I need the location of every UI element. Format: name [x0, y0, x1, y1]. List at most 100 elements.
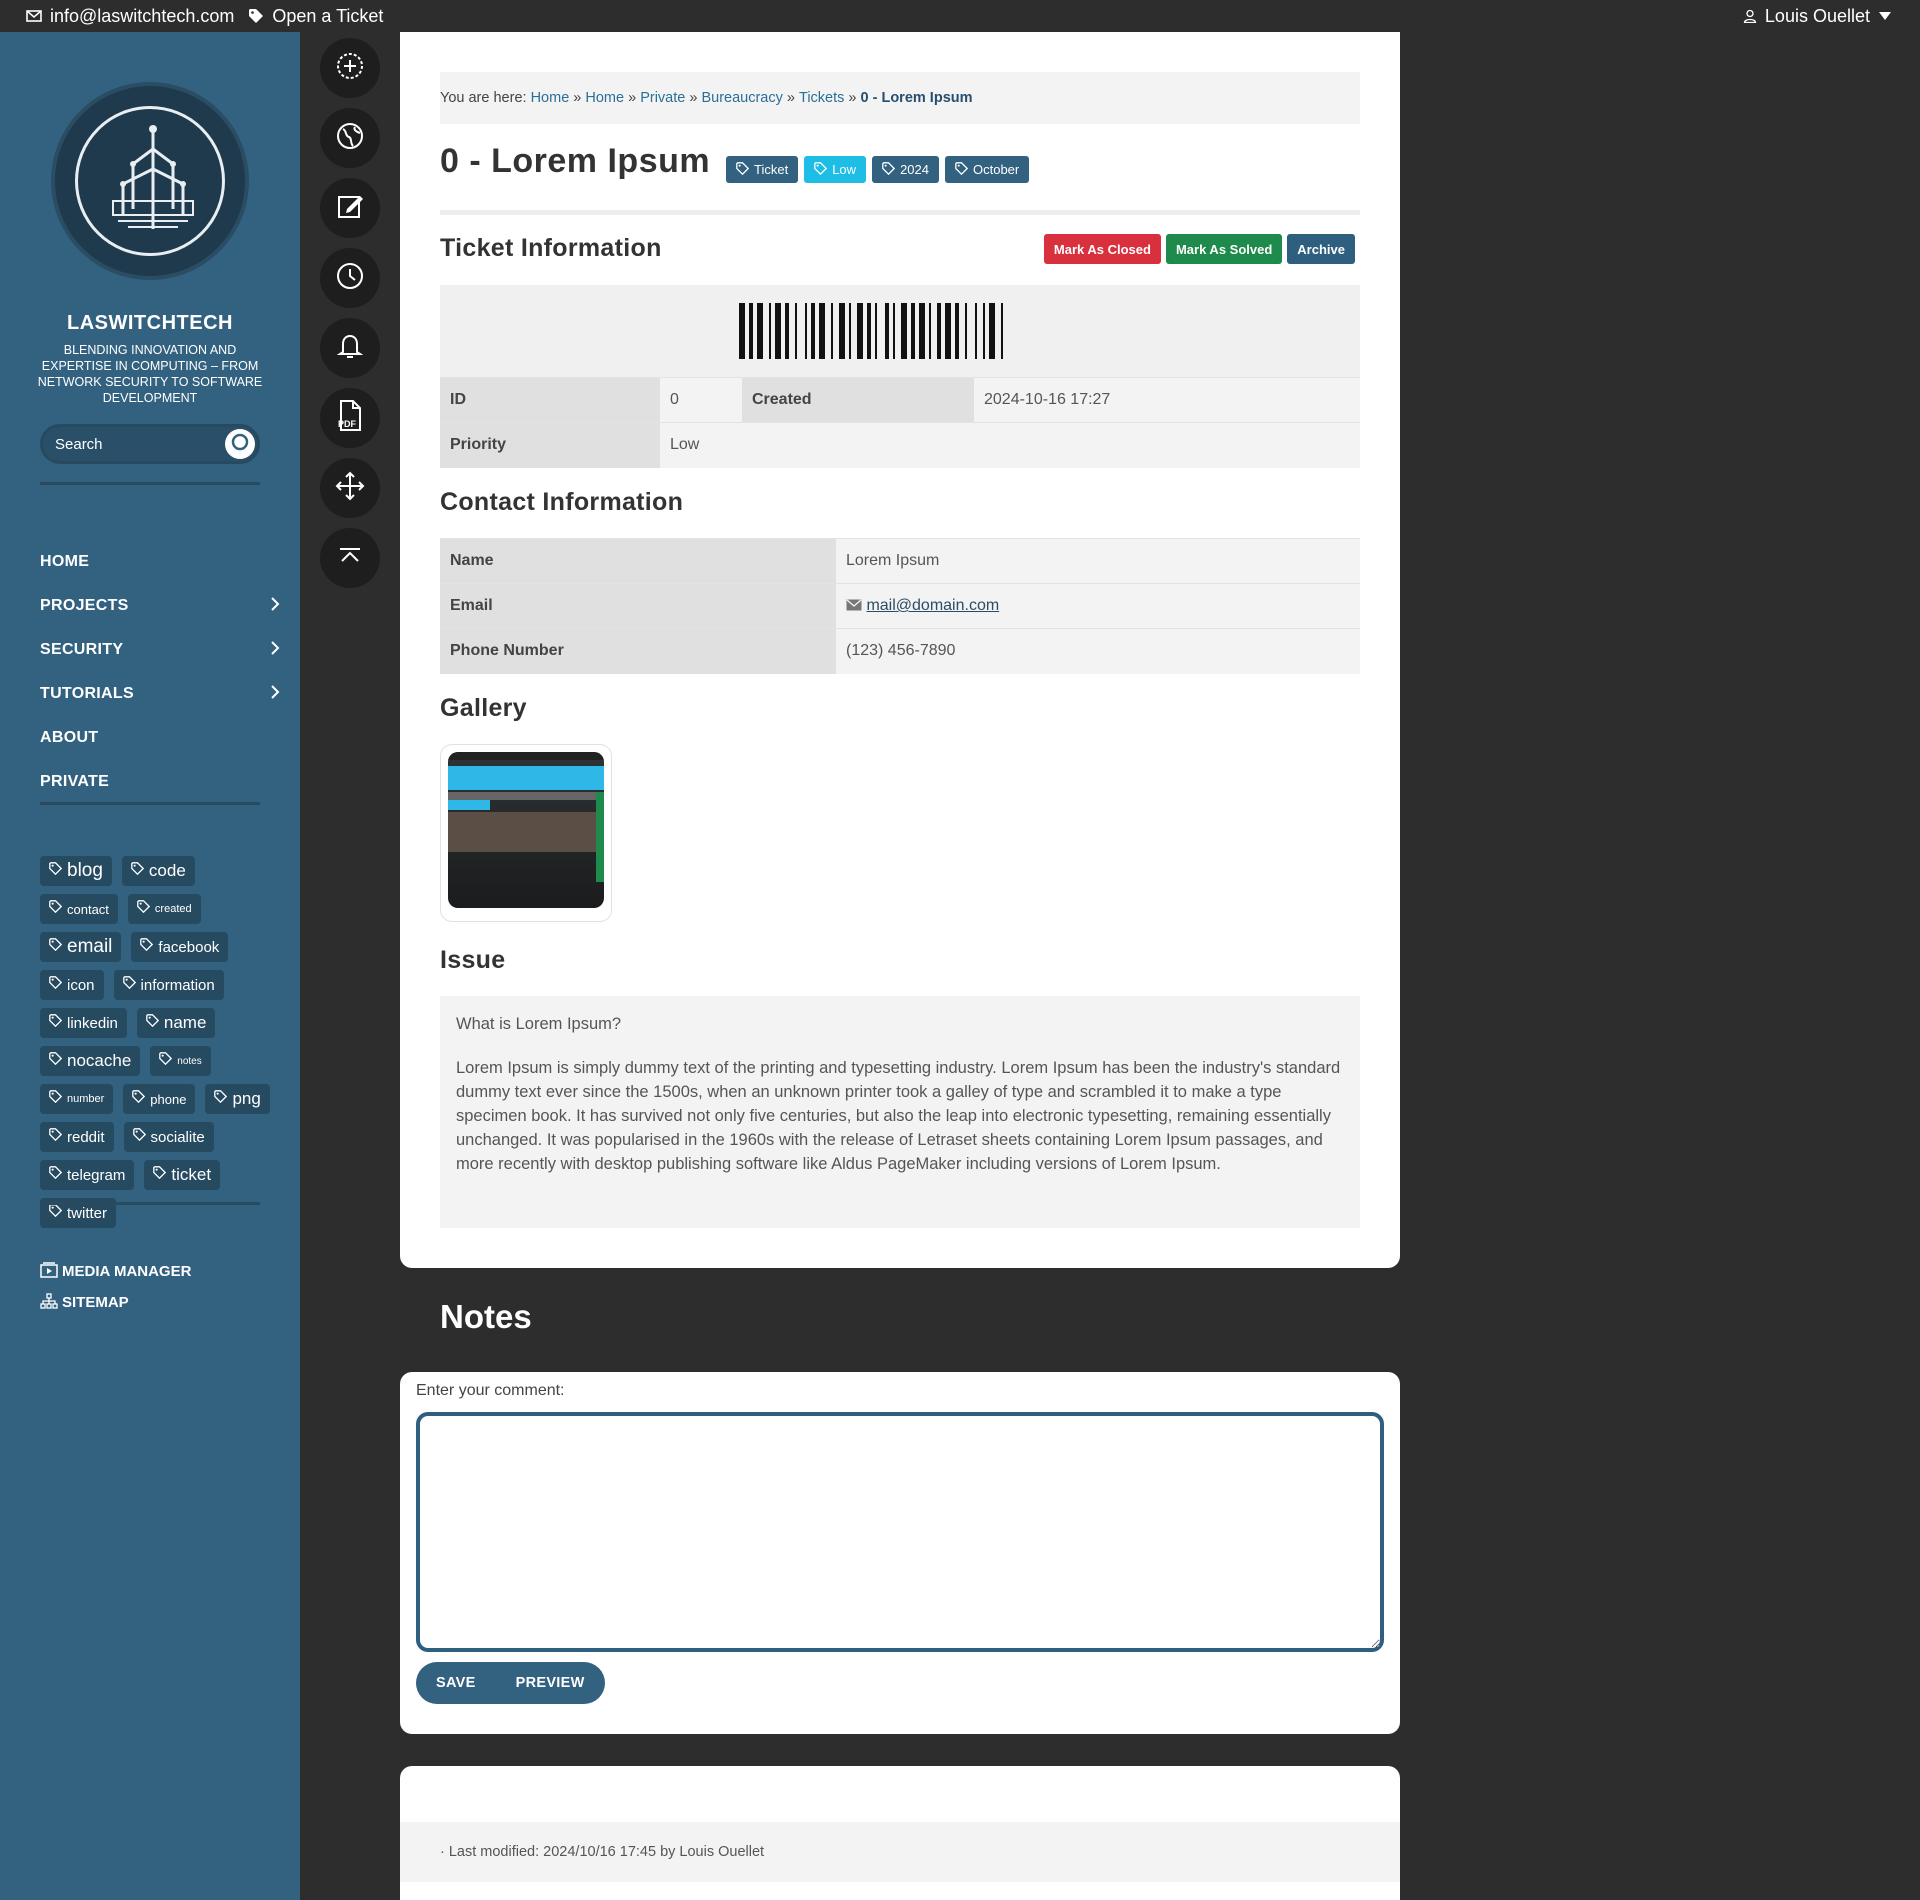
sidebar-tools: MEDIA MANAGER SITEMAP — [40, 1256, 191, 1318]
breadcrumb-link[interactable]: Home — [531, 90, 570, 106]
tag-icon — [137, 900, 151, 918]
nav-item-home[interactable]: HOME — [40, 540, 280, 584]
breadcrumb-current[interactable]: 0 - Lorem Ipsum — [861, 90, 973, 106]
ticket-info-heading: Ticket Information — [440, 234, 662, 262]
edit-icon — [335, 191, 365, 226]
tag-label: name — [163, 1013, 207, 1032]
chevron-right-icon — [270, 684, 280, 704]
page-tag-ticket[interactable]: Ticket — [726, 156, 799, 183]
top-bar: info@laswitchtech.com Open a Ticket Loui… — [0, 0, 1920, 32]
tag-blog[interactable]: blog — [40, 856, 112, 886]
nav-item-private[interactable]: PRIVATE — [40, 760, 280, 804]
breadcrumb-link[interactable]: Bureaucracy — [701, 90, 782, 106]
id-value: 0 — [660, 377, 742, 423]
nav-item-security[interactable]: SECURITY — [40, 628, 280, 672]
pdf-icon: PDF — [335, 399, 365, 438]
tag-facebook[interactable]: facebook — [131, 932, 229, 962]
site-title[interactable]: LASWITCHTECH — [0, 312, 300, 335]
priority-label: Priority — [440, 422, 660, 468]
table-row: Name Lorem Ipsum — [440, 538, 1360, 584]
barcode-bar — [749, 303, 753, 359]
globe-icon — [335, 121, 365, 156]
page-tag-label: Low — [832, 162, 857, 177]
table-row: ID 0 Created 2024-10-16 17:27 — [440, 377, 1360, 423]
logo-emblem — [75, 106, 225, 256]
new-page-button[interactable] — [320, 38, 380, 98]
breadcrumb-link[interactable]: Home — [585, 90, 624, 106]
tag-notes[interactable]: notes — [150, 1046, 211, 1076]
tag-png[interactable]: png — [205, 1084, 270, 1114]
tag-number[interactable]: number — [40, 1084, 114, 1114]
nav-item-about[interactable]: ABOUT — [40, 716, 280, 760]
page-tag-month[interactable]: October — [944, 156, 1030, 183]
tag-label: notes — [177, 1055, 202, 1067]
archive-button[interactable]: Archive — [1287, 234, 1355, 264]
breadcrumb-prefix: You are here: — [440, 90, 527, 106]
export-pdf-button[interactable]: PDF — [320, 388, 380, 448]
page-tag-year[interactable]: 2024 — [872, 156, 939, 183]
tag-cloud: blog code contact created email facebook icon i… — [40, 856, 270, 1228]
user-name: Louis Ouellet — [1764, 5, 1870, 26]
tag-reddit[interactable]: reddit — [40, 1122, 114, 1152]
tag-contact[interactable]: contact — [40, 894, 118, 924]
search-placeholder: Search — [55, 435, 103, 453]
comment-textarea[interactable] — [416, 1412, 1384, 1652]
edit-page-button[interactable] — [320, 178, 380, 238]
old-revisions-button[interactable] — [320, 248, 380, 308]
tag-ticket[interactable]: ticket — [144, 1160, 221, 1190]
page-tag-low[interactable]: Low — [804, 156, 867, 183]
barcode-bar — [885, 303, 889, 359]
nav-item-tutorials[interactable]: TUTORIALS — [40, 672, 280, 716]
tag-label: contact — [67, 901, 109, 917]
tag-name[interactable]: name — [136, 1008, 216, 1038]
tag-linkedin[interactable]: linkedin — [40, 1008, 127, 1038]
tag-nocache[interactable]: nocache — [40, 1046, 141, 1076]
media-manager-link[interactable]: MEDIA MANAGER — [40, 1256, 191, 1287]
tag-label: telegram — [67, 1166, 126, 1184]
mark-solved-button[interactable]: Mark As Solved — [1165, 234, 1283, 264]
tag-icon[interactable]: icon — [40, 970, 104, 1000]
tag-information[interactable]: information — [113, 970, 224, 1000]
caret-down-icon — [1878, 11, 1892, 21]
search-input[interactable]: Search — [40, 424, 260, 464]
sidebar-nav: HOME PROJECTS SECURITY TUTORIALS ABOUT P… — [40, 540, 280, 804]
site-logo[interactable] — [55, 86, 245, 276]
barcode-bar — [893, 303, 895, 359]
name-label: Name — [440, 538, 836, 584]
created-value: 2024-10-16 17:27 — [974, 377, 1360, 423]
mark-closed-button[interactable]: Mark As Closed — [1043, 234, 1161, 264]
translate-button[interactable] — [320, 108, 380, 168]
tag-icon — [49, 1204, 63, 1222]
back-to-top-button[interactable] — [320, 528, 380, 588]
move-page-button[interactable] — [320, 458, 380, 518]
barcode-bar — [831, 303, 833, 359]
search-button[interactable] — [225, 429, 255, 459]
save-button[interactable]: SAVE — [416, 1675, 496, 1691]
contact-info-heading: Contact Information — [440, 488, 684, 516]
title-divider — [440, 210, 1360, 215]
barcode-bar — [937, 303, 941, 359]
user-menu[interactable]: Louis Ouellet — [1743, 0, 1892, 32]
gallery-thumbnail[interactable] — [440, 744, 612, 922]
subscribe-button[interactable] — [320, 318, 380, 378]
open-ticket-link[interactable]: Open a Ticket — [248, 6, 383, 27]
tag-telegram[interactable]: telegram — [40, 1160, 135, 1190]
breadcrumb-link[interactable]: Private — [640, 90, 685, 106]
breadcrumb-link[interactable]: Tickets — [799, 90, 844, 106]
tag-socialite[interactable]: socialite — [123, 1122, 214, 1152]
contact-email-text: info@laswitchtech.com — [50, 5, 235, 26]
contact-email-link[interactable]: info@laswitchtech.com — [26, 6, 234, 27]
page-tools: PDF — [320, 38, 380, 598]
nav-item-projects[interactable]: PROJECTS — [40, 584, 280, 628]
email-link[interactable]: mail@domain.com — [866, 597, 999, 614]
tag-icon — [955, 161, 969, 178]
tag-phone[interactable]: phone — [123, 1084, 196, 1114]
preview-button[interactable]: PREVIEW — [496, 1675, 605, 1691]
tag-icon — [153, 1166, 167, 1184]
tag-created[interactable]: created — [127, 894, 201, 924]
tag-code[interactable]: code — [121, 856, 195, 886]
page-tags: Ticket Low 2024 October — [726, 156, 1030, 183]
tag-email[interactable]: email — [40, 932, 122, 962]
sitemap-link[interactable]: SITEMAP — [40, 1287, 191, 1318]
issue-heading: Issue — [440, 946, 506, 974]
